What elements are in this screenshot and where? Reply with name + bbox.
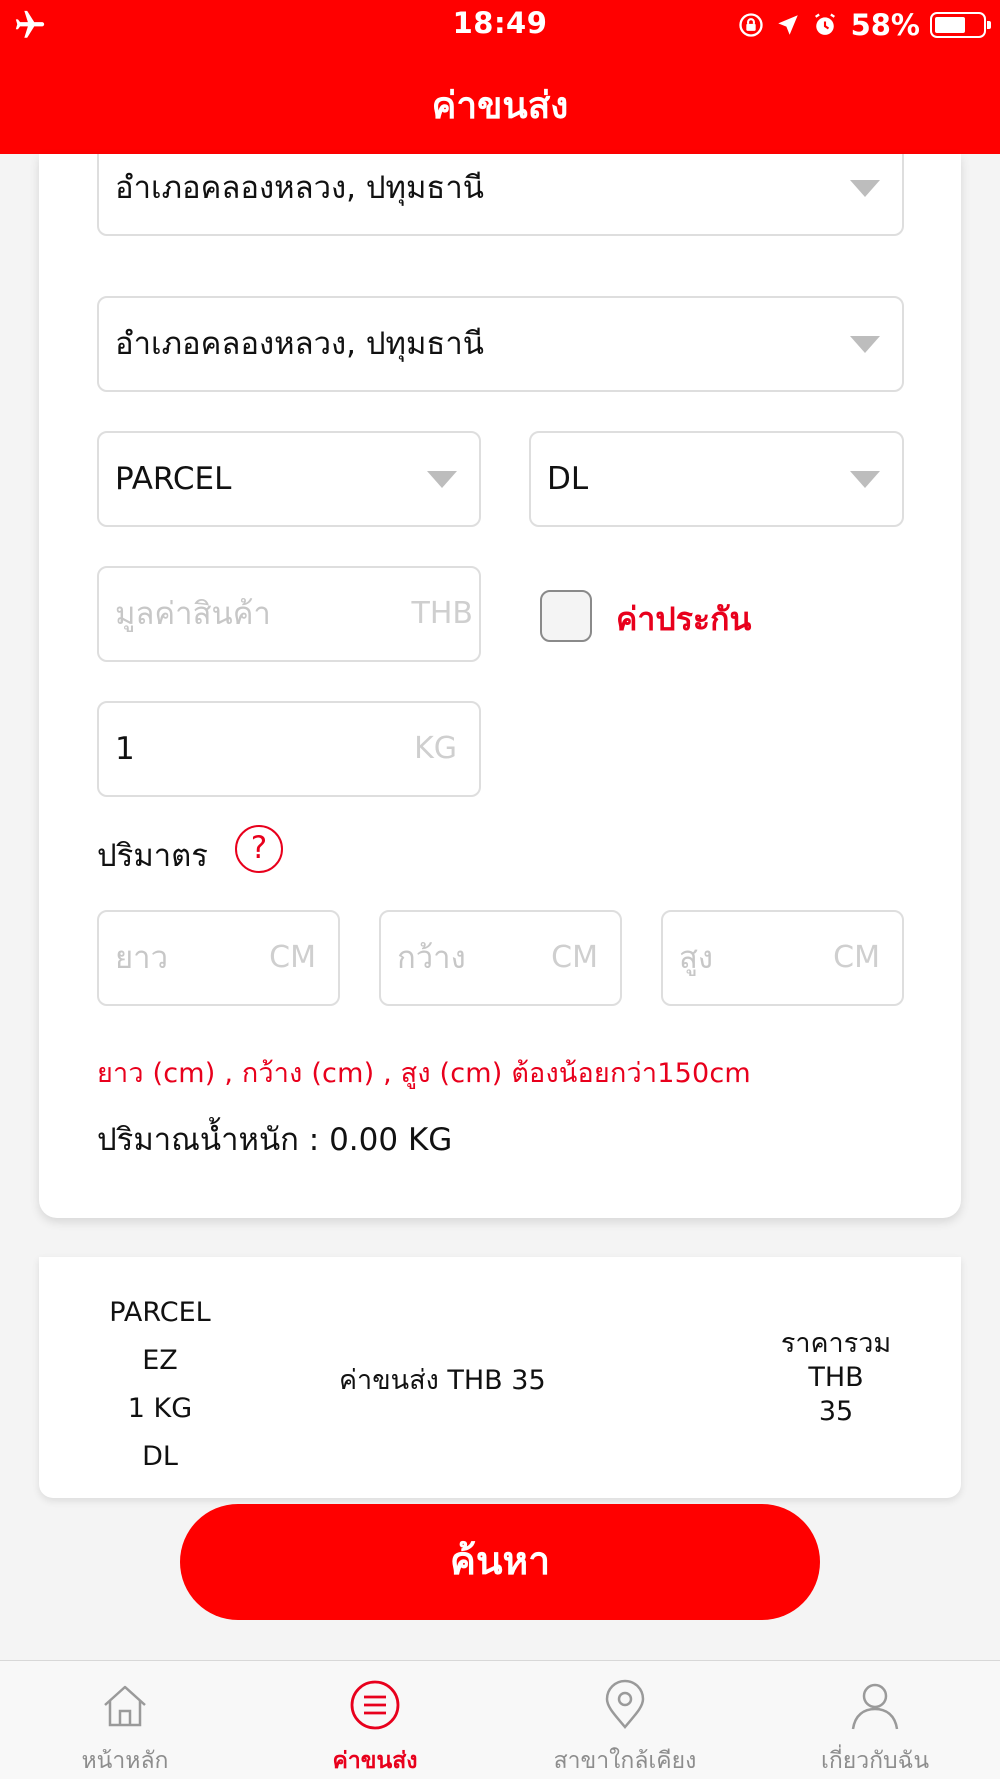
goods-value-placeholder: มูลค่าสินค้า	[115, 596, 271, 632]
weight-input[interactable]: 1 KG	[97, 701, 481, 797]
alarm-icon	[814, 13, 835, 35]
shipping-form-card: อำเภอคลองหลวง, ปทุมธานี อำเภอคลองหลวง, ป…	[39, 154, 961, 1218]
shipping-cost: ค่าขนส่ง THB 35	[339, 1365, 546, 1396]
summary-service: DL	[142, 1441, 178, 1472]
tab-home[interactable]: หน้าหลัก	[0, 1661, 250, 1779]
weight-value: 1	[115, 731, 135, 767]
menu-icon	[350, 1680, 400, 1730]
destination-select[interactable]: อำเภอคลองหลวง, ปทุมธานี	[97, 296, 904, 392]
total-label: ราคารวม	[780, 1328, 892, 1359]
search-button[interactable]: ค้นหา	[180, 1504, 820, 1620]
tab-nearby-branches[interactable]: สาขาใกล้เคียง	[500, 1661, 750, 1779]
package-type-select[interactable]: PARCEL	[97, 431, 481, 527]
total-value: 35	[818, 1396, 854, 1427]
tab-about-me[interactable]: เกี่ยวกับฉัน	[750, 1661, 1000, 1779]
service-select[interactable]: DL	[529, 431, 904, 527]
service-value: DL	[547, 461, 589, 497]
dimension-unit: CM	[551, 940, 598, 975]
summary-weight: 1 KG	[127, 1393, 193, 1424]
length-input[interactable]: ยาว CM	[97, 910, 340, 1006]
chevron-down-icon	[850, 180, 880, 197]
height-placeholder: สูง	[679, 940, 714, 976]
weight-unit: KG	[414, 731, 457, 766]
dimension-unit: CM	[833, 940, 880, 975]
location-arrow-icon	[777, 15, 798, 35]
dimension-unit: CM	[269, 940, 316, 975]
total-price: ราคารวม THB 35	[771, 1327, 901, 1429]
status-bar: 18:49 58%	[0, 0, 1000, 52]
insurance-checkbox[interactable]	[540, 590, 592, 642]
summary-details: PARCEL EZ 1 KG DL	[79, 1289, 241, 1481]
home-icon	[104, 1685, 146, 1727]
width-input[interactable]: กว้าง CM	[379, 910, 622, 1006]
height-input[interactable]: สูง CM	[661, 910, 904, 1006]
volume-label: ปริมาตร	[97, 838, 208, 874]
tab-nearby-branches-label: สาขาใกล้เคียง	[553, 1748, 697, 1774]
location-pin-icon	[605, 1679, 645, 1729]
origin-select[interactable]: อำเภอคลองหลวง, ปทุมธานี	[97, 154, 904, 236]
bottom-tab-bar: หน้าหลัก ค่าขนส่ง สาขาใกล้เคียง เกี่ยวกั…	[0, 1660, 1000, 1779]
chevron-down-icon	[427, 471, 457, 488]
package-type-value: PARCEL	[115, 461, 232, 497]
insurance-label: ค่าประกัน	[616, 600, 752, 638]
tab-home-label: หน้าหลัก	[81, 1748, 169, 1774]
tab-about-me-label: เกี่ยวกับฉัน	[820, 1748, 930, 1774]
app-header: 18:49 58% ค่าขนส่ง	[0, 0, 1000, 154]
page-title: ค่าขนส่ง	[431, 84, 569, 127]
chevron-down-icon	[850, 471, 880, 488]
goods-value-input[interactable]: มูลค่าสินค้า THB	[97, 566, 481, 662]
volumetric-weight: ปริมาณน้ำหนัก : 0.00 KG	[97, 1122, 453, 1158]
battery-percentage: 58%	[850, 8, 920, 42]
battery-icon	[930, 12, 991, 38]
width-placeholder: กว้าง	[397, 940, 466, 976]
help-icon[interactable]: ?	[235, 825, 283, 873]
chevron-down-icon	[850, 336, 880, 353]
rate-summary-card: PARCEL EZ 1 KG DL ค่าขนส่ง THB 35 ราคารว…	[39, 1257, 961, 1498]
length-placeholder: ยาว	[115, 940, 168, 976]
total-currency: THB	[808, 1362, 864, 1393]
tab-shipping-rate[interactable]: ค่าขนส่ง	[250, 1661, 500, 1779]
dimension-warning: ยาว (cm) , กว้าง (cm) , สูง (cm) ต้องน้อ…	[97, 1058, 751, 1089]
summary-type: PARCEL	[109, 1297, 211, 1328]
currency-unit: THB	[411, 596, 473, 631]
summary-service-code: EZ	[142, 1345, 178, 1376]
tab-shipping-rate-label: ค่าขนส่ง	[332, 1748, 418, 1774]
rotation-lock-icon	[738, 13, 763, 37]
destination-value: อำเภอคลองหลวง, ปทุมธานี	[115, 326, 484, 362]
user-icon	[851, 1683, 899, 1730]
origin-value: อำเภอคลองหลวง, ปทุมธานี	[115, 170, 484, 206]
